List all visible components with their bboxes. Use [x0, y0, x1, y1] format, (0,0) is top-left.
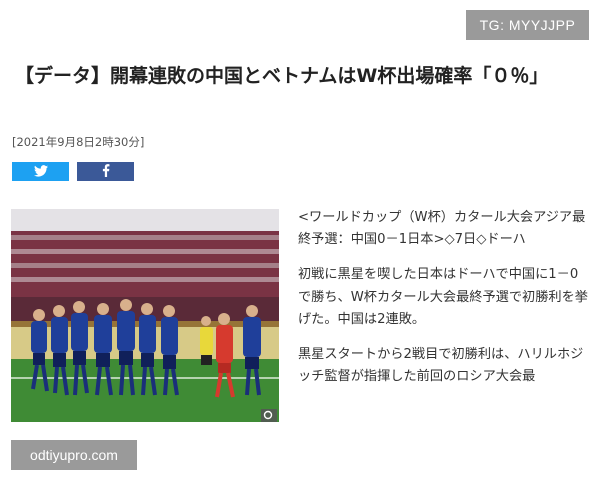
team-celebration-image — [11, 209, 279, 422]
article-date: [2021年9月8日2時30分] — [12, 135, 145, 149]
twitter-share-button[interactable] — [12, 162, 69, 181]
article-paragraph: 黒星スタートから2戦目で初勝利は、ハリルホジッチ監督が指揮した前回のロシア大会最 — [298, 347, 584, 385]
watermark-tag-top: TG: MYYJJPP — [466, 10, 589, 40]
article-body: <ワールドカップ（W杯）カタール大会アジア最終予選：中国0－1日本>◇7日◇ドー… — [298, 207, 590, 401]
article-paragraph: <ワールドカップ（W杯）カタール大会アジア最終予選：中国0－1日本>◇7日◇ドー… — [298, 210, 586, 248]
article-photo — [11, 209, 279, 422]
watermark-tag-bottom: odtiyupro.com — [11, 440, 137, 470]
article-title: 【データ】開幕連敗の中国とベトナムはW杯出場確率「０％」 — [15, 65, 549, 87]
article-paragraph: 初戦に黒星を喫した日本はドーハで中国に1－0で勝ち、W杯カタール大会最終予選で初… — [298, 267, 588, 327]
facebook-f-icon — [102, 162, 110, 181]
twitter-bird-icon — [33, 162, 48, 181]
facebook-share-button[interactable] — [77, 162, 134, 181]
